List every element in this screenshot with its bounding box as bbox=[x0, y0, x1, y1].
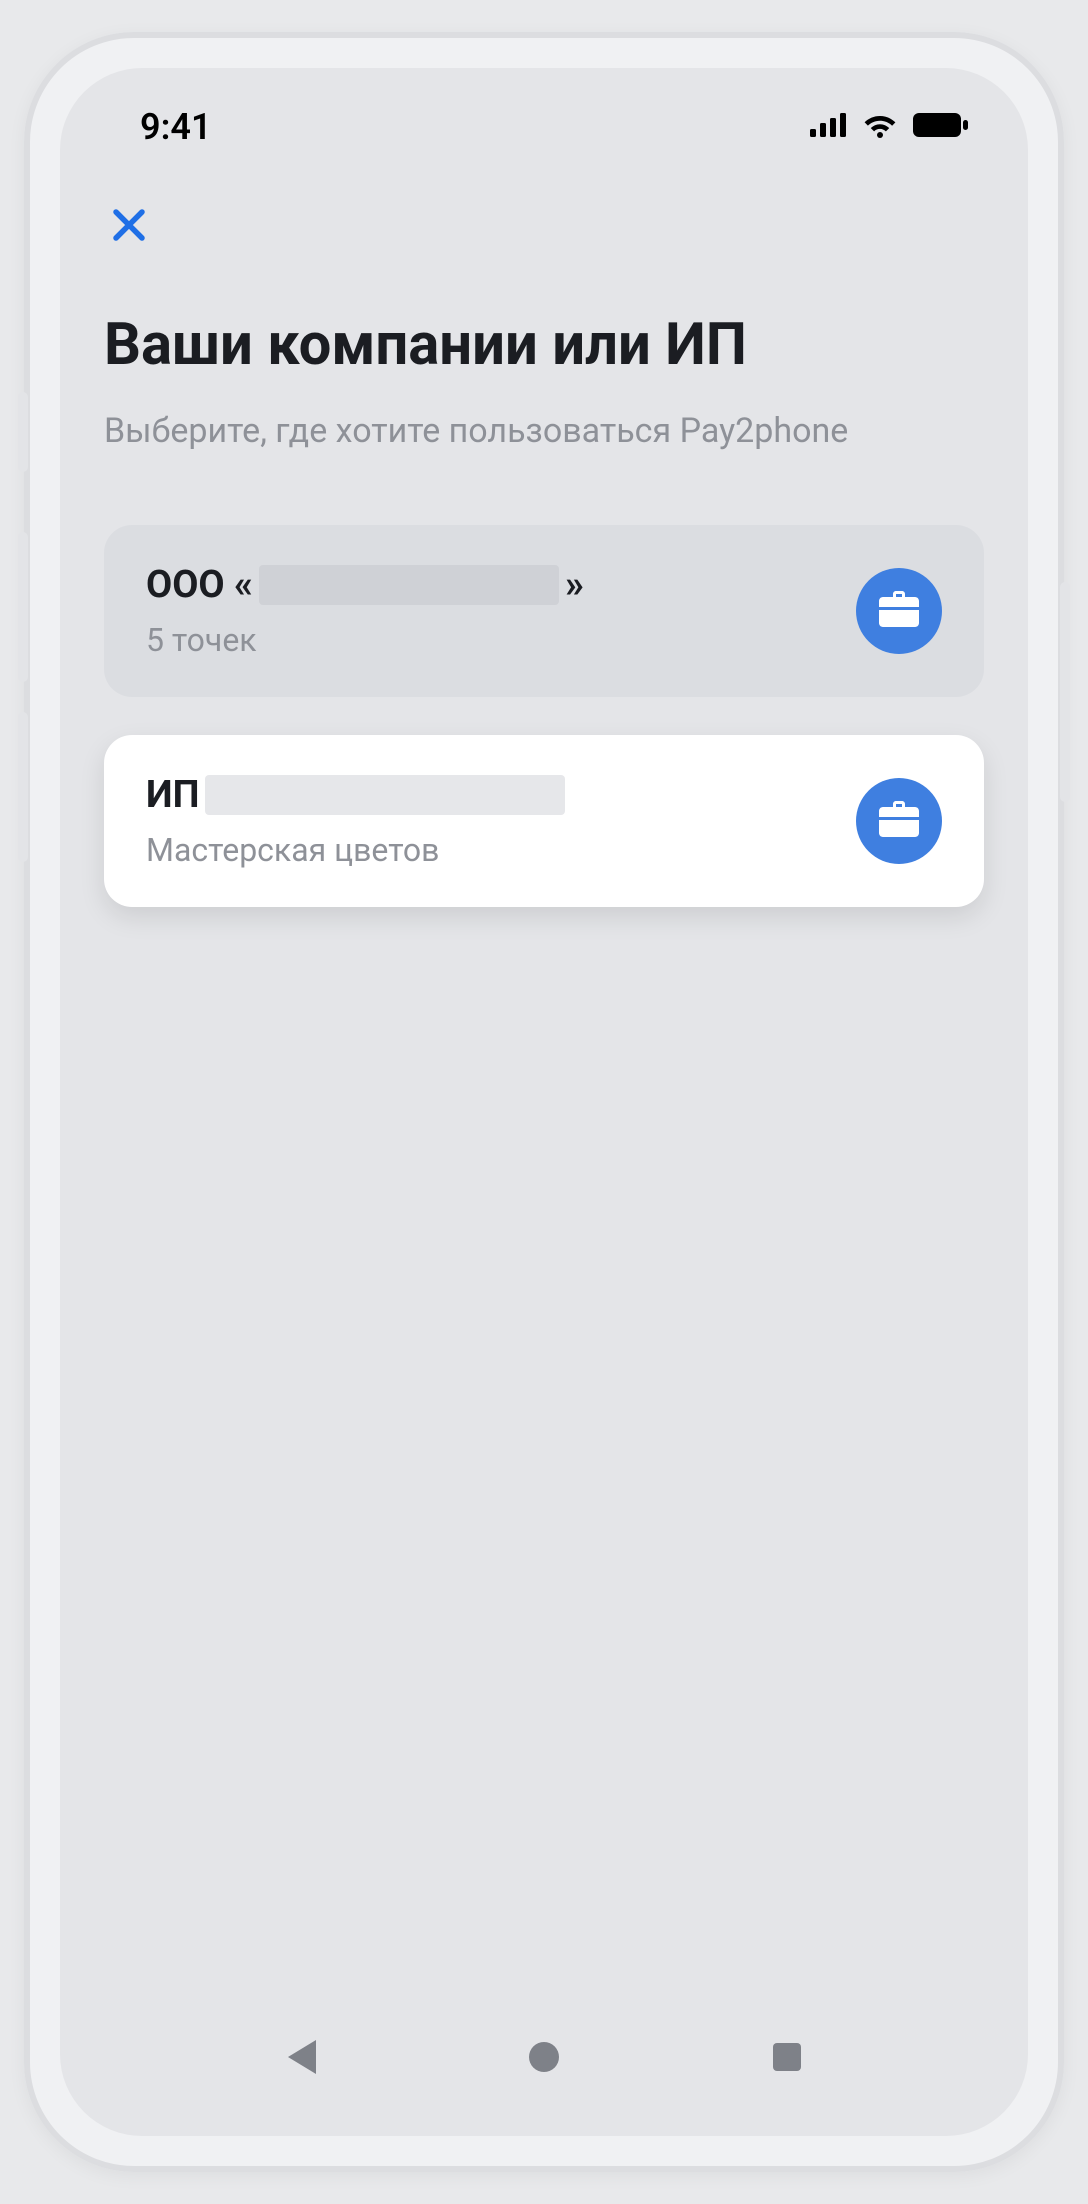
phone-side-button bbox=[18, 712, 28, 862]
briefcase-icon bbox=[877, 799, 921, 843]
screen: 9:41 bbox=[60, 68, 1028, 2136]
company-card[interactable]: ИП Мастерская цветов bbox=[104, 735, 984, 907]
company-card-title: ООО « » bbox=[146, 563, 832, 607]
page-subtitle: Выберите, где хотите пользоваться Pay2ph… bbox=[104, 409, 984, 455]
phone-side-button bbox=[1060, 582, 1070, 802]
nav-recent-button[interactable] bbox=[754, 2026, 820, 2092]
company-list: ООО « » 5 точек bbox=[104, 525, 984, 907]
briefcase-icon bbox=[877, 589, 921, 633]
status-time: 9:41 bbox=[140, 106, 212, 148]
back-icon bbox=[284, 2038, 318, 2080]
content: Ваши компании или ИП Выберите, где хотит… bbox=[60, 252, 1028, 907]
company-prefix: ИП bbox=[146, 773, 199, 817]
company-suffix: » bbox=[565, 563, 584, 607]
page-title: Ваши компании или ИП bbox=[104, 312, 984, 379]
company-card[interactable]: ООО « » 5 точек bbox=[104, 525, 984, 697]
close-icon bbox=[110, 206, 148, 248]
company-badge bbox=[856, 778, 942, 864]
wifi-icon bbox=[862, 112, 898, 142]
company-card-subtitle: Мастерская цветов bbox=[146, 831, 832, 869]
redacted-name bbox=[205, 775, 565, 815]
company-badge bbox=[856, 568, 942, 654]
company-card-text: ИП Мастерская цветов bbox=[146, 773, 832, 869]
phone-side-button bbox=[18, 392, 28, 472]
battery-icon bbox=[912, 112, 968, 142]
nav-home-button[interactable] bbox=[511, 2026, 577, 2092]
company-prefix: ООО « bbox=[146, 563, 253, 607]
nav-back-button[interactable] bbox=[268, 2026, 334, 2092]
status-bar: 9:41 bbox=[60, 82, 1028, 172]
system-nav-bar bbox=[60, 2026, 1028, 2092]
status-icons bbox=[810, 112, 968, 142]
company-card-text: ООО « » 5 точек bbox=[146, 563, 832, 659]
redacted-name bbox=[259, 565, 559, 605]
company-card-title: ИП bbox=[146, 773, 832, 817]
close-button[interactable] bbox=[104, 202, 154, 252]
close-row bbox=[60, 172, 1028, 252]
recent-icon bbox=[772, 2042, 802, 2076]
company-card-subtitle: 5 точек bbox=[146, 621, 832, 659]
phone-side-button bbox=[18, 532, 28, 682]
home-icon bbox=[527, 2040, 561, 2078]
cellular-icon bbox=[810, 113, 848, 141]
phone-frame: 9:41 bbox=[24, 32, 1064, 2172]
